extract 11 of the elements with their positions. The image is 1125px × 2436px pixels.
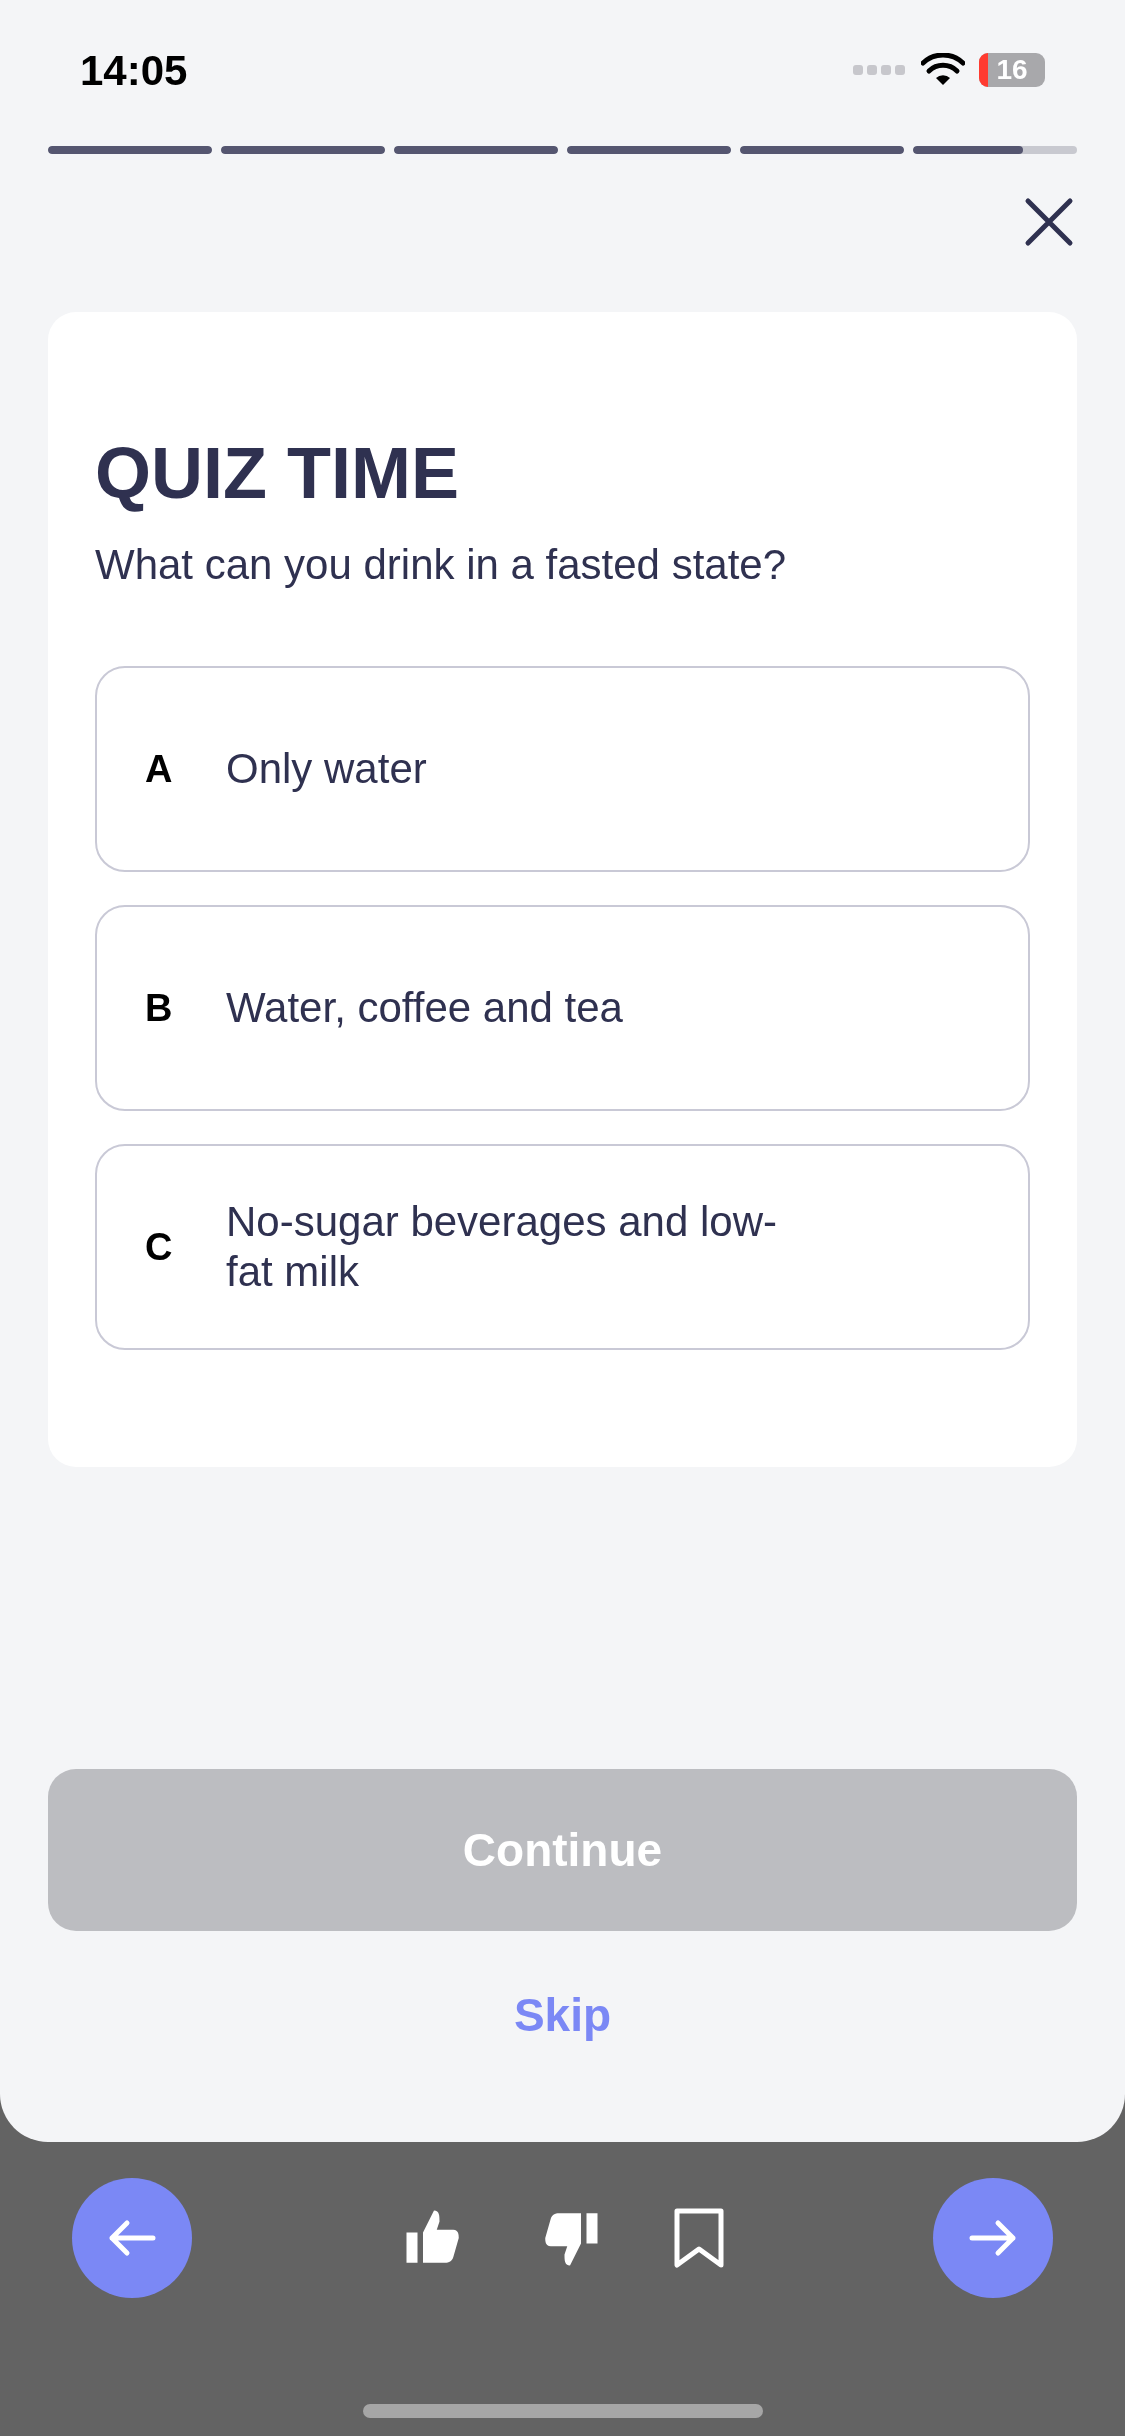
- left-arrow-icon: [107, 2218, 157, 2258]
- right-arrow-icon: [968, 2218, 1018, 2258]
- signal-icon: [853, 64, 907, 76]
- quiz-question: What can you drink in a fasted state?: [95, 540, 788, 590]
- answer-option[interactable]: A Only water: [95, 666, 1030, 872]
- status-time: 14:05: [80, 45, 188, 96]
- answer-option[interactable]: B Water, coffee and tea: [95, 905, 1030, 1111]
- battery-icon: 16: [979, 53, 1045, 87]
- wifi-icon: [921, 53, 965, 87]
- bookmark-icon[interactable]: [672, 2207, 725, 2269]
- answer-option[interactable]: C No-sugar beverages and low-fat milk: [95, 1144, 1030, 1350]
